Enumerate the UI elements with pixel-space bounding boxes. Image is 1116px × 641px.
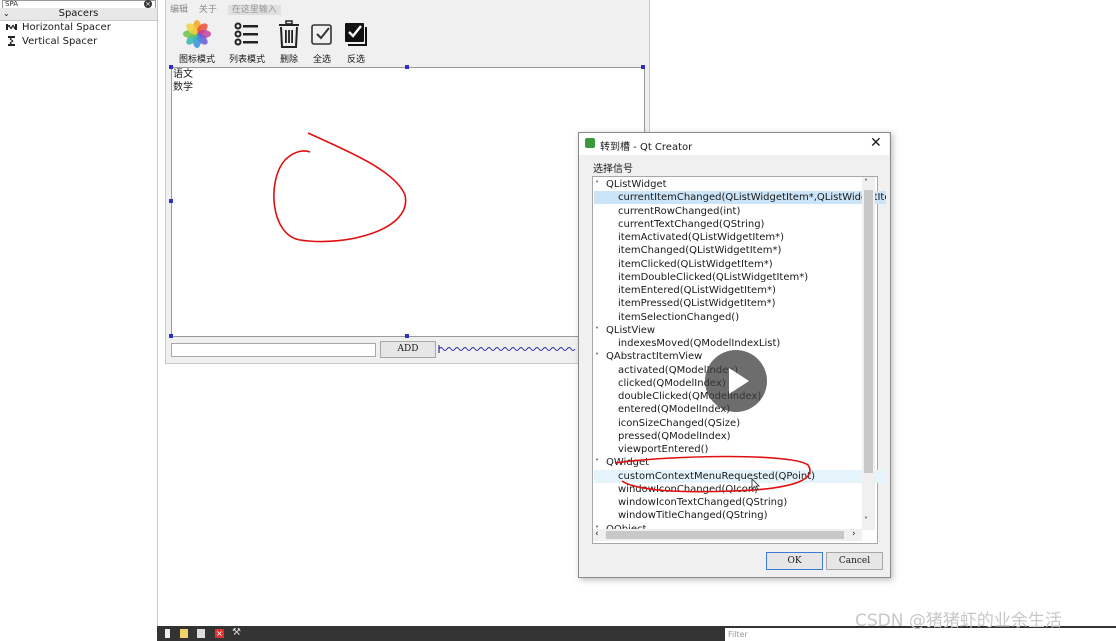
- photos-icon: [183, 20, 211, 48]
- tree-item-label: itemPressed(QListWidgetItem*): [618, 298, 776, 310]
- menu-edit[interactable]: 编辑: [170, 5, 188, 15]
- spacers-category-header[interactable]: Spacers: [0, 8, 157, 21]
- tree-item-label: windowIconTextChanged(QString): [618, 497, 788, 508]
- tree-item-label: itemActivated(QListWidgetItem*): [618, 232, 785, 243]
- tree-group[interactable]: ˅ QListView: [594, 324, 874, 337]
- tree-item-label: itemClicked(QListWidgetItem*): [618, 258, 773, 270]
- ok-button[interactable]: OK: [766, 552, 823, 570]
- tree-item[interactable]: itemClicked(QListWidgetItem*): [594, 258, 886, 271]
- open-folder-icon[interactable]: [180, 629, 188, 638]
- close-icon[interactable]: ✕: [870, 135, 882, 151]
- selection-handle[interactable]: [405, 65, 409, 69]
- copy-icon[interactable]: [197, 629, 205, 638]
- tree-item-label: indexesMoved(QModelIndexList): [618, 338, 781, 349]
- tree-item[interactable]: windowIconTextChanged(QString): [594, 496, 886, 509]
- tree-item[interactable]: pressed(QModelIndex): [594, 430, 886, 443]
- list-item[interactable]: 语文: [173, 68, 193, 81]
- scroll-up-icon[interactable]: ˄: [864, 178, 868, 187]
- chevron-down-icon[interactable]: ˅: [595, 178, 599, 191]
- list-icon: [234, 22, 258, 46]
- horizontal-spacer-icon: [6, 24, 17, 30]
- tree-item[interactable]: itemPressed(QListWidgetItem*): [594, 297, 886, 310]
- widget-item-label: Vertical Spacer: [22, 36, 98, 47]
- tree-item[interactable]: itemDoubleClicked(QListWidgetItem*): [594, 271, 886, 284]
- tree-item-label: itemDoubleClicked(QListWidgetItem*): [618, 271, 809, 283]
- selection-handle[interactable]: [169, 65, 173, 69]
- tree-item-label: itemEntered(QListWidgetItem*): [618, 285, 776, 296]
- dialog-title: 转到槽 - Qt Creator: [600, 142, 693, 153]
- tree-item-label: QListWidget: [606, 179, 667, 190]
- play-icon: [729, 368, 749, 394]
- tree-item[interactable]: windowTitleChanged(QString): [594, 509, 886, 522]
- tree-item-label: currentItemChanged(QListWidgetItem*,QLis…: [618, 192, 886, 204]
- widget-item-label: Horizontal Spacer: [22, 22, 111, 33]
- toolbar-icon-mode-button[interactable]: 图标模式: [172, 20, 222, 65]
- toolbar-label: 反选: [346, 55, 365, 65]
- tree-item-label: itemSelectionChanged(): [618, 311, 740, 323]
- add-item-input[interactable]: [171, 343, 376, 357]
- scroll-down-icon[interactable]: ˅: [864, 516, 868, 525]
- tree-item-label: currentTextChanged(QString): [618, 218, 765, 230]
- tree-item-label: pressed(QModelIndex): [618, 430, 731, 442]
- menu-type-here[interactable]: 在这里输入: [227, 5, 281, 15]
- horizontal-spacer[interactable]: [438, 343, 578, 355]
- selection-handle[interactable]: [169, 334, 173, 338]
- selection-handle[interactable]: [405, 334, 409, 338]
- new-file-icon[interactable]: [165, 629, 170, 638]
- tree-item[interactable]: currentItemChanged(QListWidgetItem*,QLis…: [594, 191, 886, 205]
- watermark: CSDN @猪猪虾的业余生活: [855, 611, 1062, 631]
- scroll-right-icon[interactable]: ›: [852, 529, 856, 539]
- tree-item[interactable]: currentRowChanged(int): [594, 205, 886, 218]
- vertical-spacer-icon: [8, 36, 15, 46]
- tree-item[interactable]: currentTextChanged(QString): [594, 218, 886, 231]
- selection-handle[interactable]: [169, 199, 173, 203]
- vertical-scrollbar-thumb[interactable]: [864, 190, 873, 473]
- form-menubar: 编辑 关于 在这里输入: [170, 2, 289, 15]
- tree-item-label: windowTitleChanged(QString): [618, 510, 768, 522]
- tree-item-label: QAbstractItemView: [606, 351, 703, 363]
- qt-creator-icon: [585, 138, 595, 148]
- tree-item-label: currentRowChanged(int): [618, 205, 741, 217]
- chevron-down-icon[interactable]: ˅: [595, 350, 599, 363]
- tree-item-label: iconSizeChanged(QSize): [618, 417, 741, 429]
- clear-filter-icon[interactable]: ×: [144, 0, 152, 8]
- chevron-down-icon[interactable]: ˅: [595, 456, 599, 469]
- cancel-button[interactable]: Cancel: [826, 552, 883, 570]
- mouse-cursor-icon: [751, 478, 760, 491]
- menu-about[interactable]: 关于: [199, 5, 217, 15]
- tree-item[interactable]: itemEntered(QListWidgetItem*): [594, 284, 886, 297]
- widget-item-horizontal-spacer[interactable]: Horizontal Spacer: [6, 21, 111, 35]
- wrench-icon[interactable]: ⚒: [232, 627, 241, 638]
- close-icon[interactable]: ×: [215, 629, 224, 638]
- scroll-left-icon[interactable]: ‹: [595, 529, 599, 539]
- tree-item[interactable]: itemActivated(QListWidgetItem*): [594, 231, 886, 244]
- annotation-loop: [273, 132, 407, 243]
- tree-item[interactable]: itemChanged(QListWidgetItem*): [594, 244, 886, 257]
- widget-item-vertical-spacer[interactable]: Vertical Spacer: [6, 35, 97, 49]
- chevron-down-icon[interactable]: ˅: [595, 324, 599, 337]
- annotation-underline: [614, 455, 811, 493]
- horizontal-scrollbar-thumb[interactable]: [606, 531, 844, 539]
- tree-item[interactable]: itemSelectionChanged(): [594, 311, 886, 324]
- video-play-button[interactable]: [705, 350, 767, 412]
- chevron-down-icon[interactable]: ⌄: [3, 8, 10, 20]
- toolbar-invert-select-button[interactable]: 反选: [331, 20, 381, 65]
- widget-box-panel: [0, 0, 158, 641]
- tree-item-label: QListView: [606, 324, 656, 336]
- add-button[interactable]: ADD: [380, 341, 436, 358]
- tree-item-label: viewportEntered(): [618, 444, 709, 455]
- selection-handle[interactable]: [641, 65, 645, 69]
- select-signal-label: 选择信号: [593, 164, 633, 175]
- tree-item-label: itemChanged(QListWidgetItem*): [618, 245, 782, 257]
- tree-item[interactable]: indexesMoved(QModelIndexList): [594, 337, 886, 350]
- list-item[interactable]: 数学: [173, 81, 193, 94]
- tree-group[interactable]: ˅ QListWidget: [594, 178, 874, 191]
- checkbox-inverted-icon: [345, 23, 367, 46]
- toolbar-label: 图标模式: [178, 55, 215, 65]
- tree-item[interactable]: iconSizeChanged(QSize): [594, 417, 886, 430]
